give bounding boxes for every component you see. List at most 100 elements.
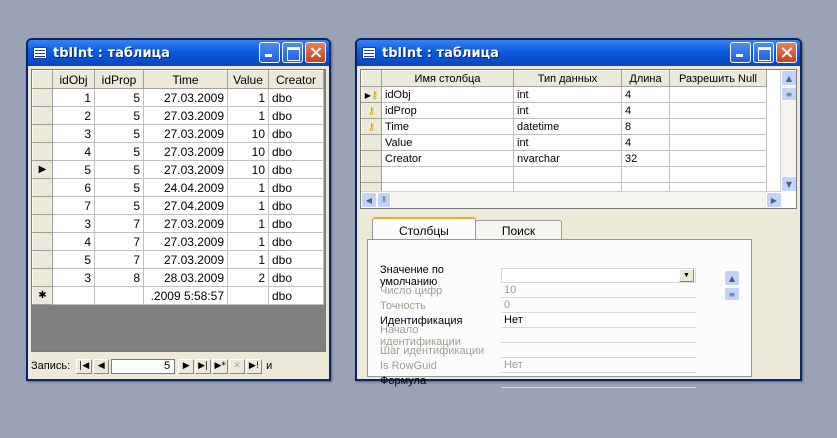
row-selector[interactable]: ▶⚷ (361, 86, 382, 103)
empty-row[interactable] (361, 166, 767, 183)
scroll-up-button[interactable]: ▲ (781, 70, 796, 86)
property-row[interactable]: Начало идентификации (368, 324, 696, 348)
table-cell[interactable] (669, 166, 767, 183)
current-row-selector[interactable]: ▶ (32, 160, 53, 179)
select-all-corner[interactable] (361, 70, 382, 87)
table-cell[interactable]: 10 (227, 124, 269, 143)
table-cell[interactable]: 2 (227, 268, 269, 287)
horizontal-scrollbar[interactable]: ◀ ⦀ ▶ (361, 191, 782, 208)
table-cell[interactable]: 1 (227, 178, 269, 197)
property-row[interactable]: Формула (368, 373, 696, 388)
vertical-scrollbar[interactable]: ▲ ≡ ▼ (780, 70, 796, 192)
table-cell[interactable]: 1 (227, 196, 269, 215)
table-row[interactable]: 2 5 27.03.2009 1 dbo (32, 106, 324, 125)
new-record-button[interactable]: ▶* (212, 358, 229, 374)
table-cell[interactable]: dbo (268, 160, 324, 179)
allow-null-cell[interactable] (669, 150, 767, 167)
scroll-left-button[interactable]: ◀ (361, 192, 377, 208)
filter-button[interactable]: ▶! (246, 358, 263, 374)
table-cell[interactable]: 5 (94, 178, 144, 197)
previous-record-button[interactable]: ◀ (93, 358, 110, 374)
table-cell[interactable]: 27.03.2009 (143, 250, 228, 269)
title-bar[interactable]: tblInt : таблица (28, 40, 329, 66)
table-cell[interactable]: dbo (268, 250, 324, 269)
property-value[interactable] (501, 373, 696, 388)
property-value[interactable]: 10 (501, 283, 696, 298)
scroll-right-button[interactable]: ▶ (766, 192, 782, 208)
tab-lookup[interactable]: Поиск (474, 220, 563, 241)
row-selector[interactable] (32, 124, 53, 143)
property-row[interactable]: Is RowGuid Нет (368, 358, 696, 373)
table-cell[interactable]: 7 (94, 214, 144, 233)
allow-null-cell[interactable] (669, 134, 767, 151)
minimize-button[interactable] (259, 42, 280, 63)
table-row[interactable]: 4 5 27.03.2009 10 dbo (32, 142, 324, 161)
table-cell[interactable]: 7 (94, 250, 144, 269)
table-cell[interactable]: 8 (94, 268, 144, 287)
table-row[interactable]: 4 7 27.03.2009 1 dbo (32, 232, 324, 251)
table-cell[interactable]: datetime (513, 118, 622, 135)
tab-columns[interactable]: Столбцы (372, 217, 476, 241)
datasheet-grid[interactable]: idObj idProp Time Value Creator 1 5 27.03.… (31, 69, 326, 352)
property-value[interactable]: ▼ (501, 268, 696, 283)
last-record-button[interactable]: ▶| (195, 358, 212, 374)
table-cell[interactable]: 32 (621, 150, 670, 167)
table-cell[interactable]: dbo (268, 88, 324, 107)
table-row[interactable]: Creator nvarchar 32 (361, 150, 767, 167)
row-selector[interactable] (32, 142, 53, 161)
property-row[interactable]: Точность 0 (368, 298, 696, 313)
row-selector[interactable] (32, 214, 53, 233)
table-cell[interactable] (381, 166, 514, 183)
property-row[interactable]: Значение по умолчанию ▼ (368, 264, 696, 288)
table-cell[interactable]: dbo (268, 178, 324, 197)
table-cell[interactable]: dbo (268, 142, 324, 161)
table-cell[interactable]: 27.03.2009 (143, 214, 228, 233)
table-cell[interactable]: 28.03.2009 (143, 268, 228, 287)
table-cell[interactable]: 5 (52, 160, 95, 179)
scroll-thumb[interactable]: ≡ (781, 87, 796, 101)
table-cell[interactable]: Creator (381, 150, 514, 167)
table-row[interactable]: 3 5 27.03.2009 10 dbo (32, 124, 324, 143)
table-cell[interactable] (94, 286, 144, 305)
table-row[interactable]: Value int 4 (361, 134, 767, 151)
table-row[interactable]: ▶⚷ idObj int 4 (361, 86, 767, 103)
table-cell[interactable]: 27.03.2009 (143, 124, 228, 143)
property-value[interactable]: 0 (501, 298, 696, 313)
table-cell[interactable]: 5 (94, 124, 144, 143)
table-cell[interactable] (361, 166, 382, 183)
table-cell[interactable]: int (513, 134, 622, 151)
table-cell[interactable]: 1 (227, 106, 269, 125)
table-cell[interactable]: 2 (52, 106, 95, 125)
table-row[interactable]: 5 7 27.03.2009 1 dbo (32, 250, 324, 269)
table-cell[interactable]: 3 (52, 214, 95, 233)
allow-null-cell[interactable] (669, 86, 767, 103)
record-number-field[interactable]: 5 (111, 358, 176, 374)
table-cell[interactable]: 1 (227, 232, 269, 251)
property-row[interactable]: Число цифр 10 (368, 283, 696, 298)
column-header[interactable]: Value (227, 70, 269, 89)
select-all-corner[interactable] (32, 70, 53, 89)
row-selector[interactable] (32, 268, 53, 287)
maximize-button[interactable] (282, 42, 303, 63)
table-cell[interactable]: 4 (621, 86, 670, 103)
table-cell[interactable]: dbo (268, 124, 324, 143)
scroll-down-button[interactable]: ▼ (781, 176, 796, 192)
maximize-button[interactable] (753, 42, 774, 63)
row-selector[interactable] (32, 196, 53, 215)
table-cell[interactable]: 4 (621, 134, 670, 151)
table-cell[interactable]: int (513, 86, 622, 103)
column-header[interactable]: Разрешить Null (669, 70, 767, 87)
new-row-selector[interactable]: ✱ (32, 286, 53, 305)
table-cell[interactable]: dbo (268, 286, 324, 305)
new-record-row[interactable]: ✱ .2009 5:58:57 dbo (32, 286, 324, 305)
dropdown-arrow-icon[interactable]: ▼ (679, 269, 694, 282)
table-row[interactable]: 3 7 27.03.2009 1 dbo (32, 214, 324, 233)
table-row[interactable]: 6 5 24.04.2009 1 dbo (32, 178, 324, 197)
row-selector[interactable]: ⚷ (361, 102, 382, 119)
table-row[interactable]: 3 8 28.03.2009 2 dbo (32, 268, 324, 287)
scroll-up-button[interactable]: ▲ (724, 270, 740, 286)
column-header[interactable]: idObj (52, 70, 95, 89)
vertical-scrollbar[interactable]: ▲ ≡ (724, 270, 740, 375)
table-cell[interactable]: 4 (52, 142, 95, 161)
row-selector[interactable] (32, 232, 53, 251)
